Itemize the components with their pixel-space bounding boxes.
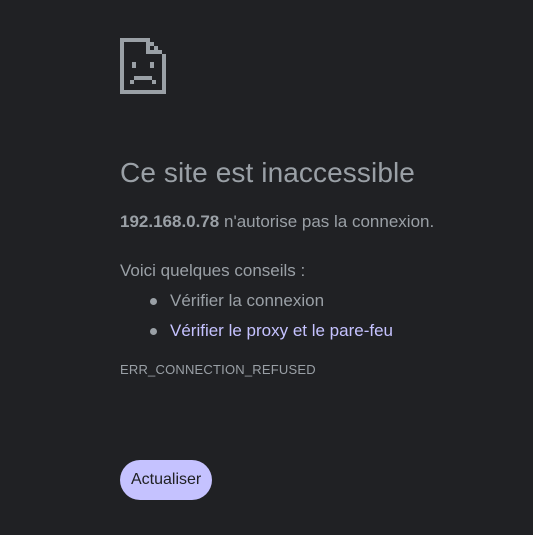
error-summary: 192.168.0.78 n'autorise pas la connexion… [120, 211, 520, 233]
error-code: ERR_CONNECTION_REFUSED [120, 362, 316, 377]
suggestion-label: Vérifier la connexion [170, 291, 325, 310]
host-address: 192.168.0.78 [120, 212, 220, 231]
bullet-icon [150, 328, 157, 335]
sad-document-icon [120, 38, 166, 94]
suggestion-check-proxy-firewall-link[interactable]: Vérifier le proxy et le pare-feu [120, 320, 520, 350]
error-container: Ce site est inaccessible 192.168.0.78 n'… [120, 38, 520, 378]
page-title: Ce site est inaccessible [120, 157, 415, 188]
reload-button[interactable]: Actualiser [120, 460, 213, 500]
suggestions-list: Vérifier la connexion Vérifier le proxy … [120, 290, 520, 350]
suggestion-check-connection: Vérifier la connexion [120, 290, 520, 320]
bullet-icon [150, 298, 157, 305]
summary-text: n'autorise pas la connexion. [219, 212, 435, 231]
suggestions-intro: Voici quelques conseils : [120, 261, 306, 280]
suggestion-label[interactable]: Vérifier le proxy et le pare-feu [170, 321, 393, 340]
